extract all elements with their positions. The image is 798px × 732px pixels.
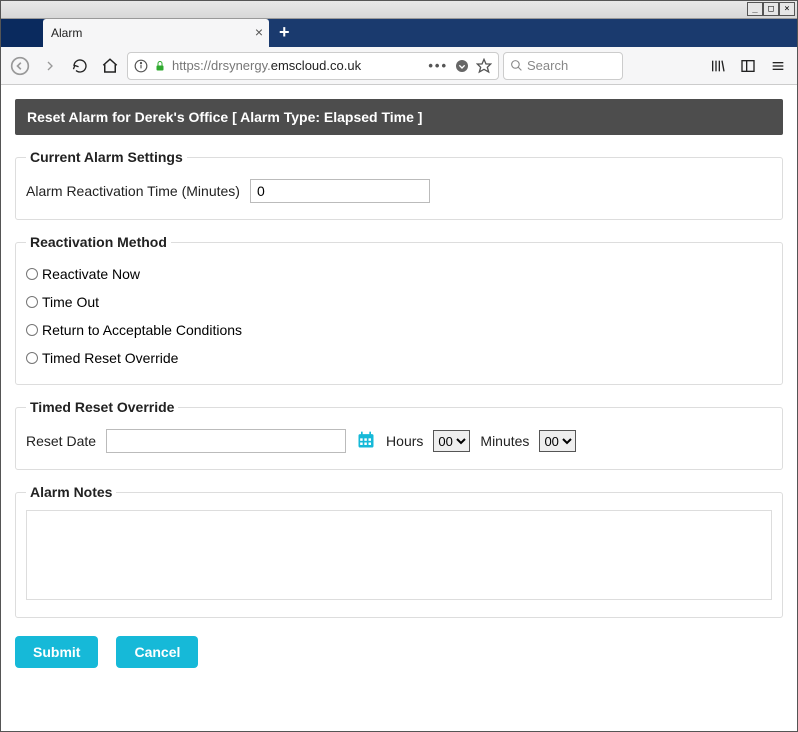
cancel-button[interactable]: Cancel: [116, 636, 198, 668]
reactivation-time-label: Alarm Reactivation Time (Minutes): [26, 183, 240, 199]
url-text: https://drsynergy.emscloud.co.uk: [172, 58, 422, 73]
submit-button[interactable]: Submit: [15, 636, 98, 668]
current-alarm-settings-panel: Current Alarm Settings Alarm Reactivatio…: [15, 149, 783, 220]
current-alarm-legend: Current Alarm Settings: [26, 149, 187, 165]
radio-return-conditions-label: Return to Acceptable Conditions: [42, 322, 242, 338]
timed-reset-legend: Timed Reset Override: [26, 399, 178, 415]
info-icon: [134, 59, 148, 73]
reactivation-method-panel: Reactivation Method Reactivate Now Time …: [15, 234, 783, 385]
timed-reset-override-panel: Timed Reset Override Reset Date Hours 00…: [15, 399, 783, 470]
lock-icon: [154, 60, 166, 72]
sidebar-icon[interactable]: [735, 53, 761, 79]
minutes-select[interactable]: 00: [539, 430, 576, 452]
reactivation-method-legend: Reactivation Method: [26, 234, 171, 250]
pocket-icon[interactable]: [454, 58, 470, 74]
radio-timed-override[interactable]: [26, 352, 38, 364]
search-placeholder: Search: [527, 58, 568, 73]
radio-timed-override-label: Timed Reset Override: [42, 350, 178, 366]
browser-tab-title: Alarm: [51, 26, 82, 40]
browser-toolbar: https://drsynergy.emscloud.co.uk ••• Sea…: [1, 47, 797, 85]
alarm-notes-panel: Alarm Notes: [15, 484, 783, 618]
menu-icon[interactable]: [765, 53, 791, 79]
url-bar[interactable]: https://drsynergy.emscloud.co.uk •••: [127, 52, 499, 80]
radio-timeout[interactable]: [26, 296, 38, 308]
bookmark-star-icon[interactable]: [476, 58, 492, 74]
new-tab-button[interactable]: +: [279, 22, 290, 43]
back-button[interactable]: [7, 53, 33, 79]
browser-tab-strip: Alarm × +: [1, 19, 797, 47]
window-minimize-button[interactable]: _: [747, 2, 763, 16]
page-content: Reset Alarm for Derek's Office [ Alarm T…: [1, 85, 797, 682]
forward-button[interactable]: [37, 53, 63, 79]
search-bar[interactable]: Search: [503, 52, 623, 80]
home-button[interactable]: [97, 53, 123, 79]
radio-timeout-label: Time Out: [42, 294, 99, 310]
window-maximize-button[interactable]: □: [763, 2, 779, 16]
tab-close-icon[interactable]: ×: [255, 24, 263, 40]
page-title: Reset Alarm for Derek's Office [ Alarm T…: [15, 99, 783, 135]
tab-leading-spacer: [1, 19, 43, 47]
calendar-icon[interactable]: [356, 430, 376, 453]
hours-label: Hours: [386, 433, 423, 449]
radio-reactivate-now[interactable]: [26, 268, 38, 280]
search-icon: [510, 59, 523, 72]
library-icon[interactable]: [705, 53, 731, 79]
window-titlebar: _ □ ×: [1, 1, 797, 19]
page-actions-icon[interactable]: •••: [428, 58, 448, 73]
reset-date-input[interactable]: [106, 429, 346, 453]
browser-tab-active[interactable]: Alarm ×: [43, 19, 269, 47]
reset-date-label: Reset Date: [26, 433, 96, 449]
window-close-button[interactable]: ×: [779, 2, 795, 16]
alarm-notes-textarea[interactable]: [26, 510, 772, 600]
hours-select[interactable]: 00: [433, 430, 470, 452]
reload-button[interactable]: [67, 53, 93, 79]
reactivation-time-input[interactable]: [250, 179, 430, 203]
minutes-label: Minutes: [480, 433, 529, 449]
alarm-notes-legend: Alarm Notes: [26, 484, 116, 500]
radio-return-conditions[interactable]: [26, 324, 38, 336]
radio-reactivate-now-label: Reactivate Now: [42, 266, 140, 282]
